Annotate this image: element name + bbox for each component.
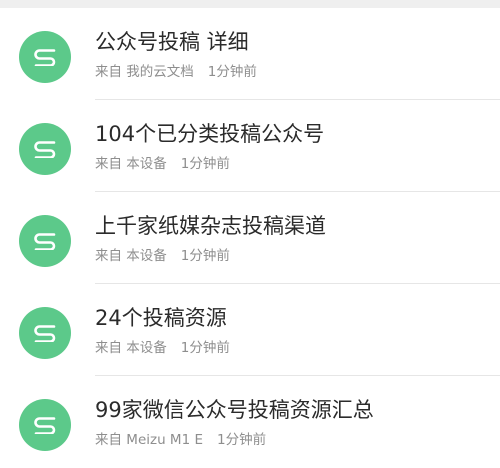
item-source: 来自 我的云文档: [95, 64, 194, 80]
top-strip: [0, 0, 500, 8]
s-logo-icon: [19, 307, 71, 359]
item-meta: 来自 本设备 1分钟前: [95, 247, 230, 265]
list-item[interactable]: 104个已分类投稿公众号 来自 本设备 1分钟前: [0, 100, 500, 192]
item-meta: 来自 本设备 1分钟前: [95, 339, 230, 357]
item-source: 来自 本设备: [95, 248, 167, 264]
item-time: 1分钟前: [180, 156, 230, 172]
item-meta: 来自 Meizu M1 E 1分钟前: [95, 431, 266, 449]
list-item[interactable]: 24个投稿资源 来自 本设备 1分钟前: [0, 284, 500, 376]
item-time: 1分钟前: [207, 64, 257, 80]
item-time: 1分钟前: [180, 340, 230, 356]
item-time: 1分钟前: [180, 248, 230, 264]
item-source: 来自 Meizu M1 E: [95, 432, 203, 448]
item-title: 24个投稿资源: [95, 306, 227, 330]
item-time: 1分钟前: [217, 432, 267, 448]
item-source: 来自 本设备: [95, 156, 167, 172]
item-meta: 来自 本设备 1分钟前: [95, 155, 230, 173]
list-item[interactable]: 公众号投稿 详细 来自 我的云文档 1分钟前: [0, 8, 500, 100]
s-logo-icon: [19, 31, 71, 83]
item-source: 来自 本设备: [95, 340, 167, 356]
list-item[interactable]: 上千家纸媒杂志投稿渠道 来自 本设备 1分钟前: [0, 192, 500, 284]
list-item[interactable]: 99家微信公众号投稿资源汇总 来自 Meizu M1 E 1分钟前: [0, 376, 500, 468]
item-title: 上千家纸媒杂志投稿渠道: [95, 214, 326, 238]
item-title: 公众号投稿 详细: [95, 30, 249, 54]
document-list: 公众号投稿 详细 来自 我的云文档 1分钟前 104个已分类投稿公众号 来自 本设…: [0, 8, 500, 468]
item-title: 104个已分类投稿公众号: [95, 122, 325, 146]
s-logo-icon: [19, 123, 71, 175]
s-logo-icon: [19, 215, 71, 267]
item-title: 99家微信公众号投稿资源汇总: [95, 398, 374, 422]
item-meta: 来自 我的云文档 1分钟前: [95, 63, 257, 81]
s-logo-icon: [19, 399, 71, 451]
